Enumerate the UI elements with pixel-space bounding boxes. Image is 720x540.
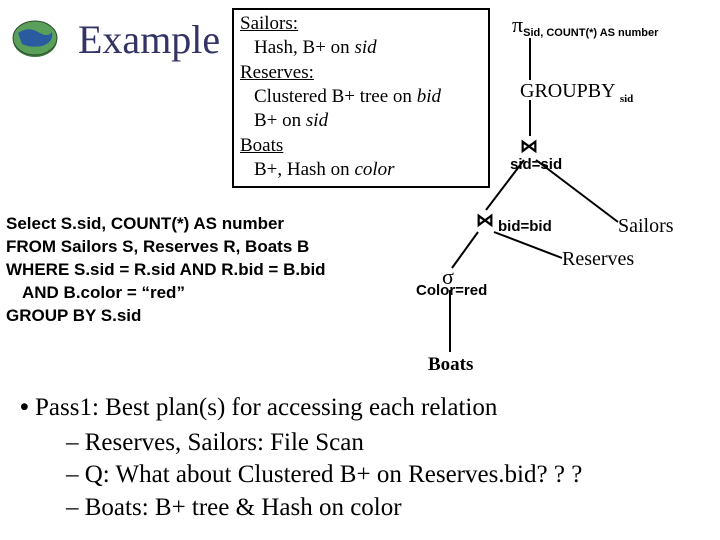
schema-box: Sailors: Hash, B+ on sid Reserves: Clust… [232, 8, 490, 188]
boats-header: Boats [240, 135, 283, 156]
globe-icon [8, 18, 62, 60]
sql-line-2: FROM Sailors S, Reserves R, Boats B [6, 236, 386, 259]
groupby-node: GROUPBY sid [520, 80, 633, 105]
selection-label: Color=red [416, 282, 487, 299]
sailors-leaf: Sailors [618, 215, 674, 238]
bullet-question: Q: What about Clustered B+ on Reserves.b… [20, 459, 582, 492]
bowtie-icon: ⋈ [520, 136, 536, 156]
boats-leaf: Boats [428, 354, 473, 376]
reserves-index-1: Clustered B+ tree on bid [254, 86, 441, 107]
reserves-index-2: B+ on sid [254, 110, 328, 131]
reserves-leaf: Reserves [562, 248, 634, 271]
page-title: Example [78, 16, 220, 63]
bullet-pass1: Pass1: Best plan(s) for accessing each r… [20, 392, 582, 425]
pi-icon: π [512, 12, 523, 37]
selection-node: σ [442, 264, 454, 290]
join-sid-node: ⋈ [520, 136, 536, 157]
sql-line-4: AND B.color = “red” [6, 282, 386, 305]
sigma-icon: σ [442, 264, 454, 289]
title-row: Example [8, 10, 220, 63]
sql-line-1: Select S.sid, COUNT(*) AS number [6, 213, 386, 236]
bullet-list: Pass1: Best plan(s) for accessing each r… [20, 392, 582, 524]
bullet-boats: Boats: B+ tree & Hash on color [20, 492, 582, 525]
bullet-filescan: Reserves, Sailors: File Scan [20, 427, 582, 460]
sailors-header: Sailors: [240, 13, 298, 34]
bowtie-icon: ⋈ [476, 210, 492, 230]
sql-line-5: GROUP BY S.sid [6, 305, 386, 328]
sql-block: Select S.sid, COUNT(*) AS number FROM Sa… [6, 213, 386, 328]
projection-node: πSid, COUNT(*) AS number [512, 12, 658, 39]
join-bid-label: bid=bid [498, 218, 552, 235]
join-sid-label: sid=sid [510, 156, 562, 173]
sql-line-3: WHERE S.sid = R.sid AND R.bid = B.bid [6, 259, 386, 282]
boats-index: B+, Hash on color [254, 159, 395, 180]
join-bid-node: ⋈ [476, 210, 492, 231]
sailors-index: Hash, B+ on sid [254, 37, 377, 58]
reserves-header: Reserves: [240, 62, 314, 83]
pi-sub: Sid, COUNT(*) AS number [523, 27, 658, 39]
